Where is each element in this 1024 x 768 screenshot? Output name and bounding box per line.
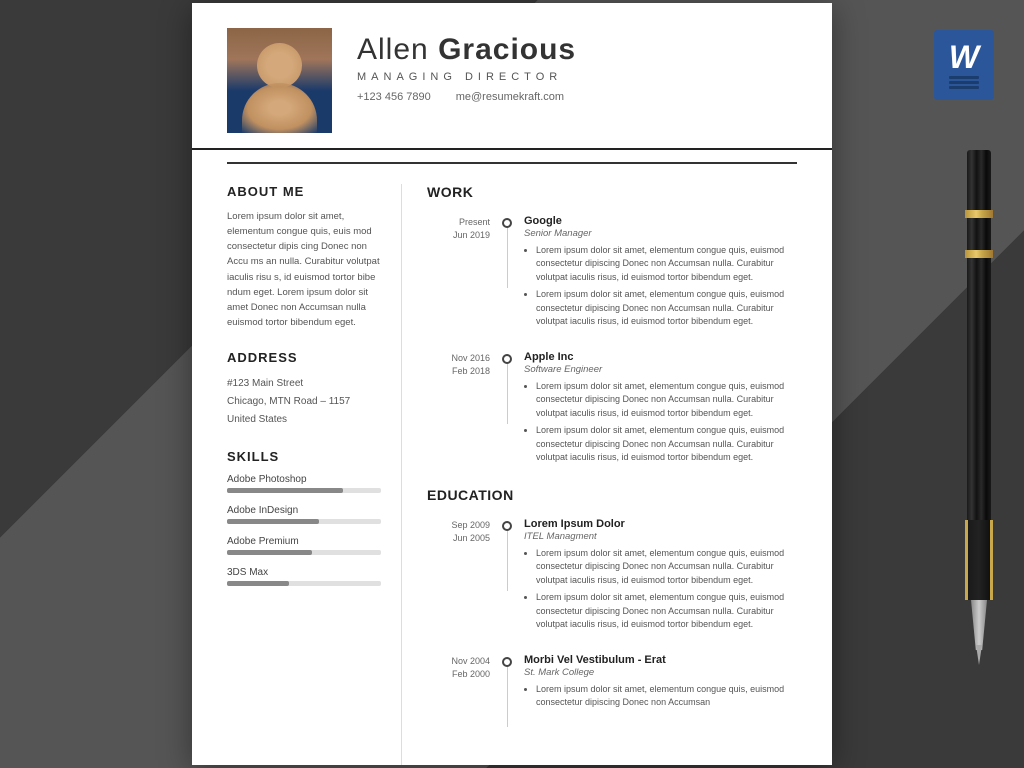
timeline-content: Apple Inc Software Engineer Lorem ipsum … [512, 351, 807, 469]
bullet: Lorem ipsum dolor sit amet, elementum co… [536, 288, 807, 329]
skill-bar-fill [227, 519, 319, 524]
timeline-content: Morbi Vel Vestibulum - Erat St. Mark Col… [512, 654, 807, 714]
skill-item: Adobe Premium [227, 536, 381, 555]
skills-title: SKILLS [227, 449, 381, 464]
address-line-3: United States [227, 411, 381, 429]
full-name: Allen Gracious [357, 33, 797, 67]
resume-body: ABOUT ME Lorem ipsum dolor sit amet, ele… [192, 164, 832, 765]
first-name: Allen [357, 33, 429, 66]
address-line-1: #123 Main Street [227, 375, 381, 393]
resume-document: Allen Gracious MANAGING DIRECTOR +123 45… [192, 3, 832, 765]
timeline-dot-wrapper [502, 215, 512, 288]
word-icon-letter: W [949, 41, 979, 73]
bullet-list: Lorem ipsum dolor sit amet, elementum co… [524, 380, 807, 465]
field-of-study: ITEL Managment [524, 531, 807, 542]
education-section-title: EDUCATION [427, 487, 807, 503]
pen-body [967, 150, 991, 530]
institution-name: Lorem Ipsum Dolor [524, 518, 807, 530]
about-me-title: ABOUT ME [227, 184, 381, 199]
skill-name: Adobe Premium [227, 536, 381, 547]
word-icon[interactable]: W [934, 30, 994, 100]
education-entry: Sep 2009 Jun 2005 Lorem Ipsum Dolor ITEL… [427, 518, 807, 636]
job-title: Senior Manager [524, 228, 807, 239]
bullet: Lorem ipsum dolor sit amet, elementum co… [536, 244, 807, 285]
pen-grip [965, 520, 993, 600]
header-info: Allen Gracious MANAGING DIRECTOR +123 45… [357, 28, 797, 103]
photo-simulation [227, 28, 332, 133]
left-column: ABOUT ME Lorem ipsum dolor sit amet, ele… [192, 184, 402, 765]
skill-item: Adobe Photoshop [227, 474, 381, 493]
skill-bar-fill [227, 488, 343, 493]
word-icon-lines [949, 76, 979, 89]
bullet: Lorem ipsum dolor sit amet, elementum co… [536, 547, 807, 588]
pen-tip [971, 600, 987, 650]
pen [965, 150, 993, 650]
skill-name: Adobe InDesign [227, 505, 381, 516]
bullet: Lorem ipsum dolor sit amet, elementum co… [536, 424, 807, 465]
timeline-dates: Sep 2009 Jun 2005 [427, 518, 502, 546]
bullet: Lorem ipsum dolor sit amet, elementum co… [536, 591, 807, 632]
timeline-dot-wrapper [502, 518, 512, 591]
skill-item: Adobe InDesign [227, 505, 381, 524]
work-timeline: Present Jun 2019 Google Senior Manager L… [427, 215, 807, 469]
address: #123 Main Street Chicago, MTN Road – 115… [227, 375, 381, 429]
skill-item: 3DS Max [227, 567, 381, 586]
pen-ring-2 [965, 250, 993, 258]
timeline-line [507, 228, 508, 288]
bullet-list: Lorem ipsum dolor sit amet, elementum co… [524, 244, 807, 329]
timeline-content: Google Senior Manager Lorem ipsum dolor … [512, 215, 807, 333]
timeline-dates: Nov 2016 Feb 2018 [427, 351, 502, 379]
timeline-dot [502, 218, 512, 228]
address-title: ADDRESS [227, 350, 381, 365]
timeline-line [507, 531, 508, 591]
bullet-list: Lorem ipsum dolor sit amet, elementum co… [524, 547, 807, 632]
bullet: Lorem ipsum dolor sit amet, elementum co… [536, 683, 807, 710]
timeline-line [507, 667, 508, 727]
page-wrapper: W Allen Gracious [0, 0, 1024, 768]
contact-line: +123 456 7890 me@resumekraft.com [357, 91, 797, 103]
pen-ring-1 [965, 210, 993, 218]
right-column: WORK Present Jun 2019 Google Senior Mana… [402, 184, 832, 765]
timeline-content: Lorem Ipsum Dolor ITEL Managment Lorem i… [512, 518, 807, 636]
skills-list: Adobe Photoshop Adobe InDesign Adobe Pre… [227, 474, 381, 586]
timeline-dates: Nov 2004 Feb 2000 [427, 654, 502, 682]
profile-photo [227, 28, 332, 133]
job-title: Software Engineer [524, 364, 807, 375]
phone: +123 456 7890 [357, 91, 431, 103]
last-name: Gracious [438, 33, 576, 66]
pen-decoration [949, 150, 1009, 700]
work-entry: Nov 2016 Feb 2018 Apple Inc Software Eng… [427, 351, 807, 469]
address-line-2: Chicago, MTN Road – 1157 [227, 393, 381, 411]
skill-bar-bg [227, 488, 381, 493]
company-name: Apple Inc [524, 351, 807, 363]
email: me@resumekraft.com [456, 91, 564, 103]
resume-header: Allen Gracious MANAGING DIRECTOR +123 45… [192, 3, 832, 150]
about-me-text: Lorem ipsum dolor sit amet, elementum co… [227, 209, 381, 331]
company-name: Google [524, 215, 807, 227]
timeline-dot-wrapper [502, 654, 512, 727]
education-entry: Nov 2004 Feb 2000 Morbi Vel Vestibulum -… [427, 654, 807, 727]
timeline-line [507, 364, 508, 424]
timeline-dot-wrapper [502, 351, 512, 424]
timeline-dot [502, 354, 512, 364]
skill-name: 3DS Max [227, 567, 381, 578]
skill-name: Adobe Photoshop [227, 474, 381, 485]
education-timeline: Sep 2009 Jun 2005 Lorem Ipsum Dolor ITEL… [427, 518, 807, 727]
job-title: MANAGING DIRECTOR [357, 71, 797, 83]
institution-name: Morbi Vel Vestibulum - Erat [524, 654, 807, 666]
field-of-study: St. Mark College [524, 667, 807, 678]
skill-bar-bg [227, 550, 381, 555]
skill-bar-fill [227, 550, 312, 555]
bullet: Lorem ipsum dolor sit amet, elementum co… [536, 380, 807, 421]
work-entry: Present Jun 2019 Google Senior Manager L… [427, 215, 807, 333]
pen-nib [974, 645, 984, 665]
timeline-dot [502, 521, 512, 531]
skill-bar-fill [227, 581, 289, 586]
skill-bar-bg [227, 519, 381, 524]
timeline-dot [502, 657, 512, 667]
work-section-title: WORK [427, 184, 807, 200]
bullet-list: Lorem ipsum dolor sit amet, elementum co… [524, 683, 807, 710]
skill-bar-bg [227, 581, 381, 586]
timeline-dates: Present Jun 2019 [427, 215, 502, 243]
